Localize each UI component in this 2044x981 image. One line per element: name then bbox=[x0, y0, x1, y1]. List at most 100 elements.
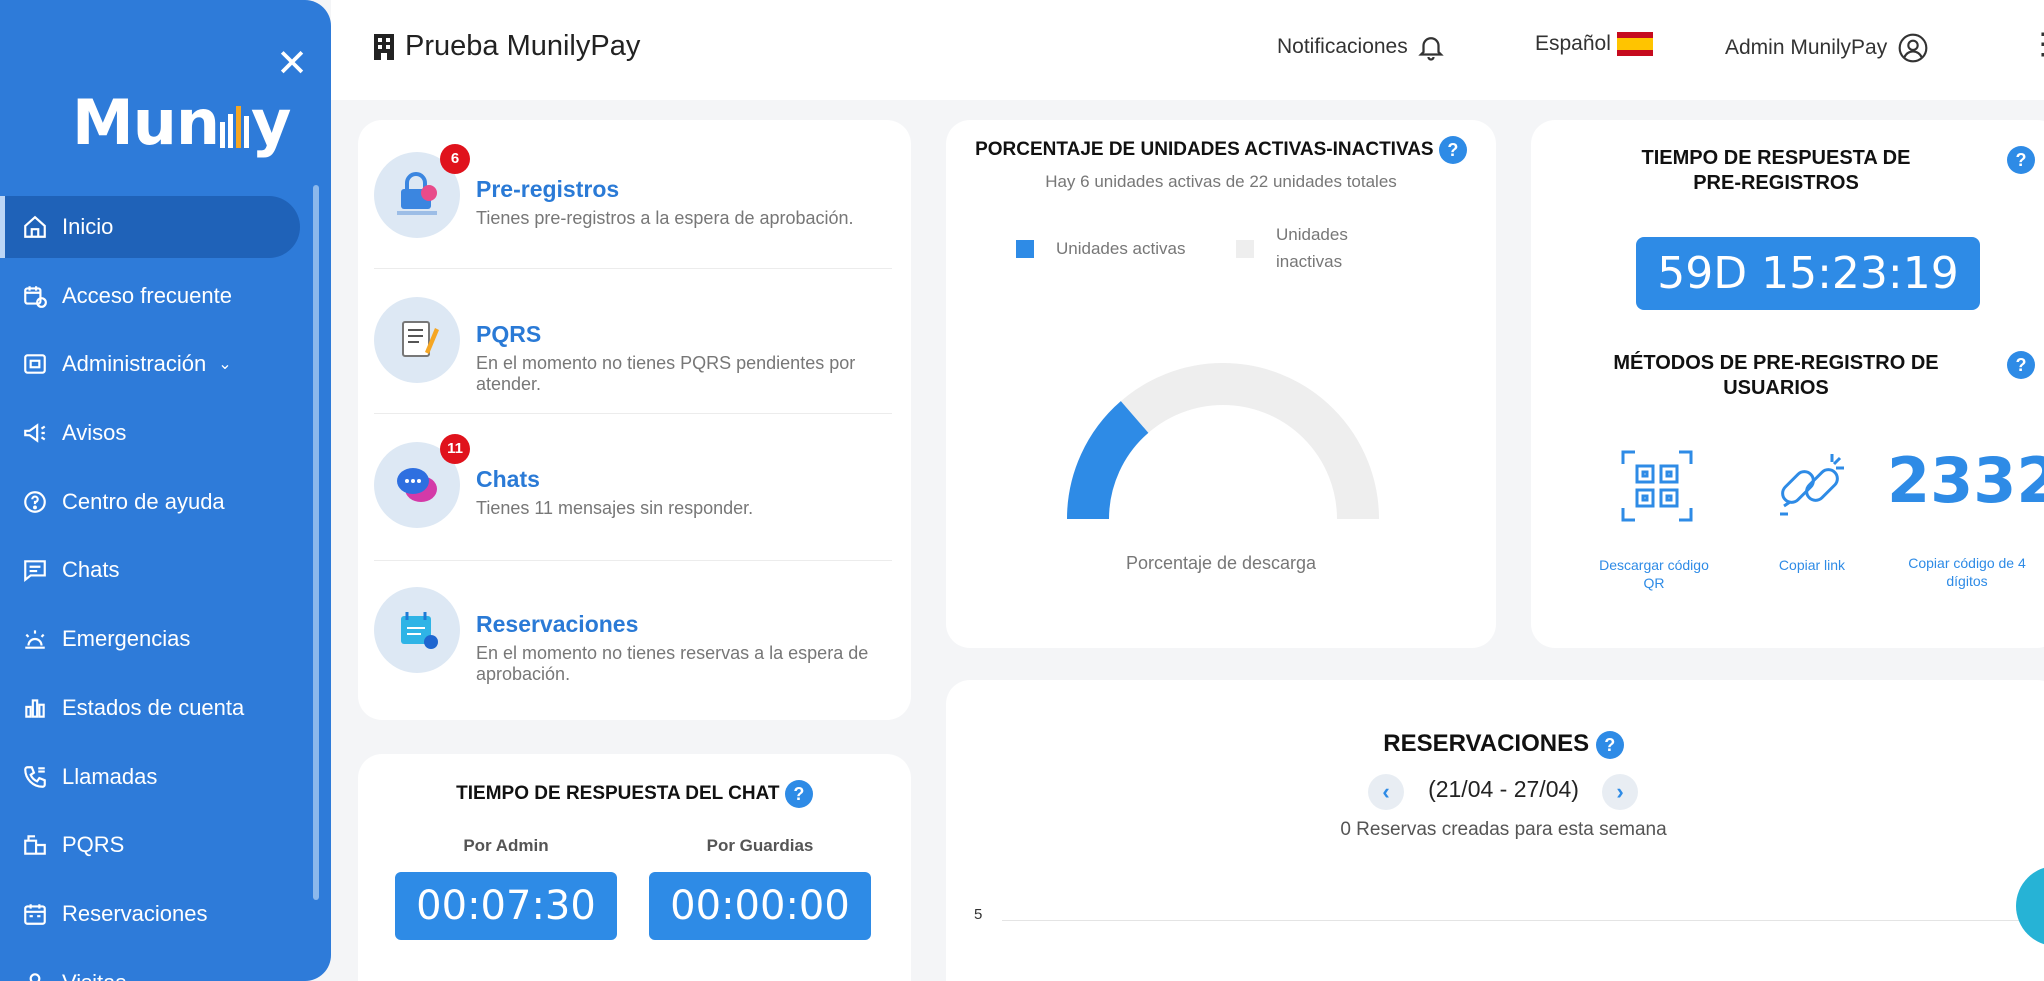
reservation-calendar-icon bbox=[374, 587, 460, 673]
divider bbox=[374, 413, 892, 414]
guard-label: Por Guardias bbox=[706, 836, 814, 855]
divider bbox=[374, 268, 892, 269]
spain-flag-icon bbox=[1616, 32, 1653, 56]
link-icon[interactable] bbox=[1774, 448, 1850, 524]
calendar-icon bbox=[22, 901, 48, 927]
top-header: Prueba MunilyPay Notificaciones Español … bbox=[331, 0, 2044, 100]
help-icon[interactable]: ? bbox=[2007, 146, 2035, 174]
sidebar-item-acceso-frecuente[interactable]: Acceso frecuente bbox=[0, 265, 305, 327]
notif-item-reservaciones[interactable]: Reservaciones En el momento no tienes re… bbox=[374, 587, 892, 717]
sidebar-item-label: PQRS bbox=[62, 832, 125, 858]
notifications-button[interactable]: Notificaciones bbox=[1277, 32, 1446, 62]
notif-title[interactable]: PQRS bbox=[476, 321, 541, 348]
download-qr-link[interactable]: Descargar código QR bbox=[1589, 556, 1719, 592]
notifications-label: Notificaciones bbox=[1277, 35, 1408, 58]
units-percentage-card: PORCENTAJE DE UNIDADES ACTIVAS-INACTIVAS… bbox=[946, 120, 1496, 648]
user-name: Admin MunilyPay bbox=[1725, 36, 1888, 59]
notif-title[interactable]: Pre-registros bbox=[476, 176, 619, 203]
chevron-down-icon: ⌄ bbox=[218, 356, 232, 374]
notif-badge: 6 bbox=[440, 144, 470, 174]
building-icon bbox=[374, 33, 394, 60]
notif-desc: En el momento no tienes PQRS pendientes … bbox=[476, 353, 856, 394]
sidebar-item-label: Chats bbox=[62, 557, 120, 583]
preregistro-response-title: TIEMPO DE RESPUESTA DE PRE-REGISTROS bbox=[1641, 147, 1911, 194]
sidebar-item-inicio[interactable]: Inicio bbox=[0, 196, 300, 258]
sidebar: ✕ Mun y Inicio Acceso frecuente Administr… bbox=[0, 0, 331, 981]
guard-timer: 00:00:00 bbox=[649, 872, 871, 940]
sidebar-item-administracion[interactable]: Administración ⌄ bbox=[0, 333, 305, 395]
sidebar-item-label: Emergencias bbox=[62, 626, 191, 652]
bell-icon bbox=[1418, 37, 1444, 61]
notif-desc: Tienes 11 mensajes sin responder. bbox=[476, 498, 754, 518]
legend-inactive-label[interactable]: Unidades inactivas bbox=[1276, 221, 1386, 275]
reservations-title-text: RESERVACIONES bbox=[1383, 730, 1590, 757]
sidebar-item-visitas[interactable]: Visitas bbox=[0, 952, 305, 981]
sidebar-item-centro-de-ayuda[interactable]: Centro de ayuda bbox=[0, 471, 305, 533]
sidebar-item-emergencias[interactable]: Emergencias bbox=[0, 608, 305, 670]
admin-label: Por Admin bbox=[463, 836, 549, 855]
sidebar-item-reservaciones[interactable]: Reservaciones bbox=[0, 883, 305, 945]
user-circle-icon bbox=[1898, 33, 1928, 63]
units-footer: Porcentaje de descarga bbox=[1125, 553, 1317, 573]
help-icon[interactable]: ? bbox=[1595, 730, 1624, 759]
inbox-icon bbox=[22, 832, 48, 858]
notif-title[interactable]: Reservaciones bbox=[476, 611, 638, 638]
sidebar-scrollbar[interactable] bbox=[313, 185, 319, 900]
sidebar-item-label: Centro de ayuda bbox=[62, 488, 225, 514]
copy-link-button[interactable]: Copiar link bbox=[1747, 556, 1877, 574]
close-icon[interactable]: ✕ bbox=[272, 44, 312, 84]
divider bbox=[374, 560, 892, 561]
legend-inactive-swatch bbox=[1236, 240, 1254, 258]
notif-title[interactable]: Chats bbox=[476, 466, 540, 493]
preregistro-code[interactable]: 2332 bbox=[1887, 444, 2044, 517]
reservations-title: RESERVACIONES ? bbox=[946, 730, 2044, 759]
megaphone-icon bbox=[22, 420, 48, 446]
help-icon[interactable]: ? bbox=[784, 780, 813, 808]
chat-response-title-text: TIEMPO DE RESPUESTA DEL CHAT bbox=[456, 783, 780, 805]
y-axis-tick: 5 bbox=[974, 906, 983, 923]
sidebar-item-label: Reservaciones bbox=[62, 900, 208, 926]
siren-icon bbox=[22, 626, 48, 652]
sidebar-item-chats[interactable]: Chats bbox=[0, 539, 305, 601]
document-pencil-icon bbox=[374, 297, 460, 383]
language-selector[interactable]: Español bbox=[1535, 32, 1653, 56]
notif-item-preregistros[interactable]: 6 Pre-registros Tienes pre-registros a l… bbox=[374, 144, 892, 282]
legend-active-label[interactable]: Unidades activas bbox=[1056, 235, 1185, 262]
language-label: Español bbox=[1535, 32, 1611, 55]
visitor-icon bbox=[22, 970, 48, 981]
reservations-card: RESERVACIONES ? ‹ (21/04 - 27/04) › 0 Re… bbox=[946, 680, 2044, 981]
help-icon[interactable]: ? bbox=[2007, 351, 2035, 379]
sidebar-item-label: Visitas bbox=[62, 970, 126, 981]
sidebar-item-label: Avisos bbox=[62, 420, 127, 446]
sidebar-nav: Inicio Acceso frecuente Administración ⌄… bbox=[0, 196, 305, 981]
munily-logo: Mun y bbox=[72, 86, 291, 159]
qr-code-icon[interactable] bbox=[1621, 450, 1693, 522]
sidebar-item-label: Administración bbox=[62, 351, 207, 377]
notif-badge: 11 bbox=[440, 434, 470, 464]
help-circle-icon bbox=[22, 489, 48, 515]
notif-item-chats[interactable]: 11 Chats Tienes 11 mensajes sin responde… bbox=[374, 434, 892, 572]
preregistro-timer: 59D 15:23:19 bbox=[1636, 237, 1980, 310]
sidebar-item-llamadas[interactable]: Llamadas bbox=[0, 746, 305, 808]
copy-code-button[interactable]: Copiar código de 4 dígitos bbox=[1899, 554, 2035, 590]
reservations-subtitle: 0 Reservas creadas para esta semana bbox=[1340, 819, 1667, 840]
help-icon[interactable]: ? bbox=[1438, 136, 1467, 164]
admin-timer: 00:07:30 bbox=[395, 872, 617, 940]
notifications-card: 6 Pre-registros Tienes pre-registros a l… bbox=[358, 120, 911, 720]
chat-response-card: TIEMPO DE RESPUESTA DEL CHAT ? Por Admin… bbox=[358, 754, 911, 981]
units-subtitle: Hay 6 unidades activas de 22 unidades to… bbox=[1045, 172, 1397, 191]
preregistro-card: TIEMPO DE RESPUESTA DE PRE-REGISTROS ? 5… bbox=[1531, 120, 2044, 648]
notif-item-pqrs[interactable]: PQRS En el momento no tienes PQRS pendie… bbox=[374, 297, 892, 427]
sidebar-item-estados-de-cuenta[interactable]: Estados de cuenta bbox=[0, 677, 305, 739]
sidebar-item-label: Acceso frecuente bbox=[62, 282, 232, 308]
calendar-clock-icon bbox=[22, 283, 48, 309]
sidebar-item-label: Estados de cuenta bbox=[62, 694, 245, 720]
gauge-active-arc bbox=[1067, 401, 1149, 520]
user-menu[interactable]: Admin MunilyPay bbox=[1725, 32, 1929, 64]
sidebar-item-avisos[interactable]: Avisos bbox=[0, 402, 305, 464]
sidebar-item-pqrs[interactable]: PQRS bbox=[0, 814, 305, 876]
next-week-button[interactable]: › bbox=[1602, 774, 1638, 810]
units-gauge-chart bbox=[1067, 363, 1379, 520]
sidebar-item-label: Llamadas bbox=[62, 763, 158, 789]
more-options-icon[interactable]: ⋮ bbox=[2028, 30, 2044, 60]
